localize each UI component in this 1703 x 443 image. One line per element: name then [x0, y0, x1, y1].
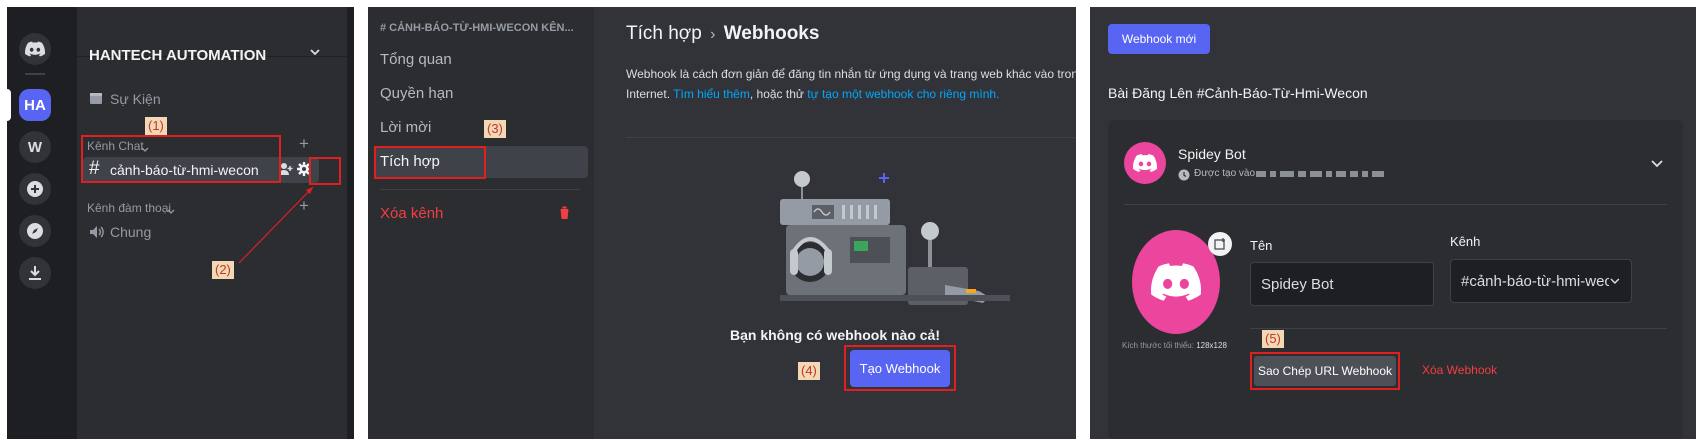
- annotation-4: (4): [798, 362, 820, 380]
- empty-webhooks-illustration: [780, 171, 1010, 305]
- delete-webhook-link[interactable]: Xóa Webhook: [1422, 363, 1497, 377]
- bot-name: Spidey Bot: [1178, 146, 1246, 162]
- chevron-right-icon: ›: [710, 26, 716, 43]
- channel-select[interactable]: #cảnh-báo-từ-hmi-wec: [1450, 259, 1632, 303]
- channel-settings-screenshot: # CẢNH-BÁO-TỪ-HMI-WECON KÊN... Tổng quan…: [368, 7, 1076, 439]
- webhook-description-line2: Internet. Tìm hiểu thêm, hoặc thử tự tạo…: [626, 87, 999, 101]
- redacted-date: [1256, 171, 1384, 177]
- created-label: Được tạo vào: [1194, 168, 1256, 179]
- create-own-link[interactable]: tự tạo một webhook cho riêng mình.: [807, 87, 999, 101]
- bot-avatar: [1124, 142, 1166, 184]
- name-label: Tên: [1250, 238, 1273, 253]
- annotation-arrow: [238, 186, 314, 264]
- chevron-down-icon: [1610, 278, 1620, 285]
- description-text: Internet.: [626, 87, 674, 101]
- discord-logo-icon: [1151, 263, 1201, 301]
- empty-state-title: Bạn không có webhook nào cả!: [729, 327, 941, 343]
- clock-icon: [1178, 168, 1190, 186]
- card-divider: [1250, 328, 1667, 329]
- settings-nav: # CẢNH-BÁO-TỪ-HMI-WECON KÊN... Tổng quan…: [368, 7, 594, 439]
- breadcrumb-current: Webhooks: [723, 23, 820, 44]
- description-text-or: , hoặc thử: [749, 87, 808, 101]
- annotation-5: (5): [1262, 330, 1284, 348]
- channel-label: Kênh: [1450, 234, 1481, 249]
- add-image-icon[interactable]: [1208, 232, 1232, 256]
- webhook-avatar-upload[interactable]: [1132, 230, 1220, 334]
- highlight-box-5: [1250, 352, 1400, 390]
- section-title: Bài Đăng Lên #Cảnh-Báo-Từ-Hmi-Wecon: [1108, 85, 1368, 101]
- section-divider: [626, 137, 1076, 138]
- min-size-hint: Kích thước tối thiểu: 128x128: [1122, 341, 1227, 350]
- delete-channel-link[interactable]: Xóa kênh: [380, 205, 443, 222]
- trash-icon[interactable]: [558, 206, 571, 225]
- new-webhook-button[interactable]: Webhook mới: [1108, 24, 1210, 54]
- webhook-detail-screenshot: Webhook mới Bài Đăng Lên #Cảnh-Báo-Từ-Hm…: [1090, 7, 1696, 439]
- webhook-description-line1: Webhook là cách đơn giản để đăng tin nhắ…: [626, 67, 1076, 81]
- breadcrumb: Tích hợp › Webhooks: [626, 23, 819, 45]
- discord-logo-icon: [1133, 154, 1157, 172]
- learn-more-link[interactable]: Tìm hiểu thêm: [673, 87, 750, 101]
- nav-item-invites[interactable]: Lời mời: [380, 119, 431, 136]
- nav-item-overview[interactable]: Tổng quan: [380, 51, 452, 68]
- annotation-3: (3): [484, 120, 506, 138]
- settings-channel-header: # CẢNH-BÁO-TỪ-HMI-WECON KÊN...: [380, 22, 574, 34]
- webhooks-page: Tích hợp › Webhooks Webhook là cách đơn …: [594, 7, 1076, 439]
- channel-select-value: #cảnh-báo-từ-hmi-wec: [1461, 272, 1610, 290]
- chevron-down-icon[interactable]: [1650, 156, 1664, 175]
- highlight-box-4: [844, 345, 956, 391]
- webhook-card: Spidey Bot Được tạo vào Kích thước tối t…: [1108, 120, 1683, 439]
- nav-divider: [380, 189, 580, 190]
- card-divider: [1124, 204, 1667, 205]
- highlight-box-3: [374, 146, 486, 179]
- min-size-value: 128x128: [1196, 341, 1227, 350]
- server-sidebar-screenshot: HA W HANTECH AUTOMATION Sự Kiện (1) Kênh…: [7, 7, 354, 439]
- nav-item-permissions[interactable]: Quyền hạn: [380, 85, 453, 102]
- name-input[interactable]: Spidey Bot: [1250, 262, 1434, 306]
- breadcrumb-parent[interactable]: Tích hợp: [626, 23, 702, 44]
- min-size-label: Kích thước tối thiểu:: [1122, 341, 1194, 350]
